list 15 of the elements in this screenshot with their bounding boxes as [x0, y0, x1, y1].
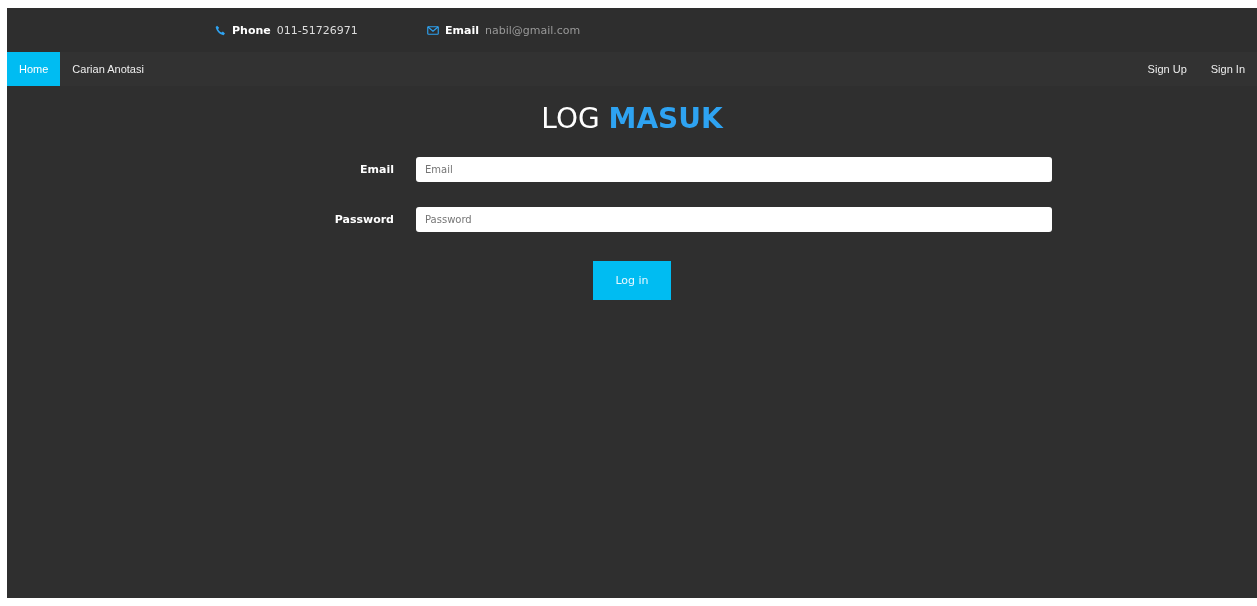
phone-number: 011-51726971 [276, 23, 358, 37]
nav-link[interactable]: Carian Anotasi [60, 52, 156, 86]
field-label: Password [333, 213, 394, 226]
input-field[interactable]: Password [416, 207, 1052, 232]
email-label: Email [445, 23, 479, 37]
title-highlight: MASUK [608, 102, 723, 135]
envelope-icon [427, 25, 439, 35]
nav-link[interactable]: Sign In [1198, 52, 1257, 86]
email-address: nabil@gmail.com [484, 23, 581, 37]
nav-link[interactable]: Sign Up [1135, 52, 1199, 86]
phone-label: Phone [232, 23, 271, 37]
phone-icon [215, 24, 226, 36]
field-label: Email [359, 163, 394, 176]
input-field[interactable]: Email [416, 157, 1052, 182]
title-text: LOG [541, 102, 600, 135]
